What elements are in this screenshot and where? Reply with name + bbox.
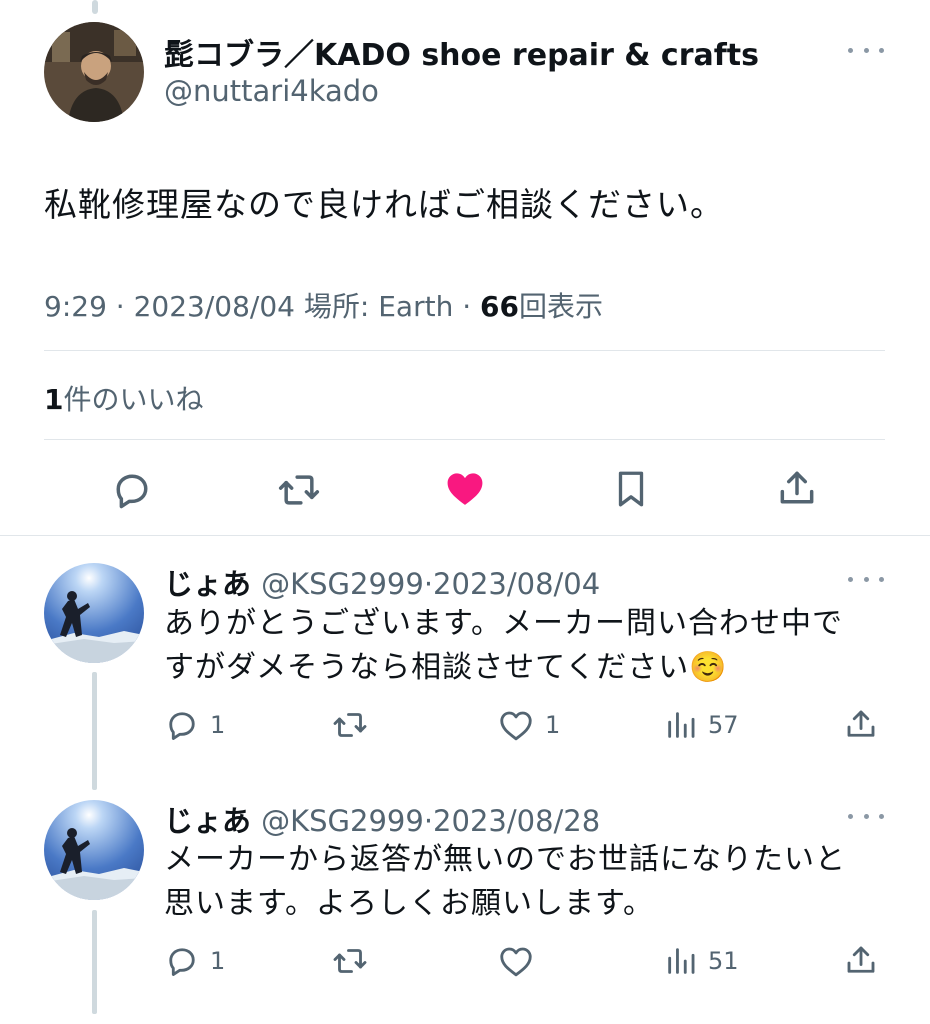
meta-separator: · (423, 804, 434, 838)
meta-separator: · (423, 567, 434, 601)
views-count: 57 (708, 711, 739, 739)
reply-retweet-button[interactable] (330, 707, 370, 743)
reply-header: じょあ @KSG2999·2023/08/04 (164, 561, 600, 603)
reply-views-button[interactable]: 57 (664, 707, 739, 743)
reply-views-button[interactable]: 51 (664, 943, 739, 979)
author-display-name[interactable]: 髭コブラ／KADO shoe repair & crafts (164, 30, 759, 74)
thread-connector-top (92, 0, 98, 14)
views-chart-icon (668, 712, 695, 738)
retweet-icon (333, 713, 367, 737)
like-icon (500, 947, 532, 977)
likes-label: 件のいいね (63, 383, 204, 416)
author-avatar[interactable] (44, 22, 144, 122)
tweet-text: 私靴修理屋なので良ければご相談ください。 (44, 185, 724, 224)
likes-count: 1 (44, 383, 64, 416)
retweet-icon (333, 949, 367, 973)
reply-author-handle[interactable]: @KSG2999 (261, 804, 424, 838)
tweet-time[interactable]: 9:29 (44, 290, 107, 323)
section-separator (0, 535, 930, 536)
bookmark-icon[interactable] (610, 466, 652, 516)
reply-reply-button[interactable]: 1 (164, 707, 225, 743)
likes-summary[interactable]: 1件のいいね (44, 378, 204, 418)
reply-count: 1 (210, 711, 226, 739)
reply-like-button[interactable] (497, 943, 545, 979)
tweet-meta: 9:29 · 2023/08/04 場所: Earth · 66回表示 (44, 285, 603, 325)
reply-share-button[interactable] (843, 941, 879, 979)
meta-separator: · (462, 290, 472, 323)
like-icon-filled[interactable] (442, 466, 488, 514)
tweet-date[interactable]: 2023/08/04 (134, 290, 295, 323)
author-handle[interactable]: @nuttari4kado (164, 74, 379, 108)
reply-retweet-button[interactable] (330, 943, 370, 979)
reply-count: 1 (210, 947, 226, 975)
reply-reply-button[interactable]: 1 (164, 943, 225, 979)
meta-separator: · (115, 290, 125, 323)
reply-icon (169, 712, 195, 740)
reply-icon (169, 948, 195, 976)
reply-share-button[interactable] (843, 705, 879, 743)
reply-date[interactable]: 2023/08/04 (433, 567, 600, 601)
views-count: 51 (708, 947, 739, 975)
reply-text: メーカーから返答が無いのでお世話になりたいと思います。よろしくお願いします。 (164, 842, 846, 921)
reply-avatar[interactable] (44, 563, 144, 663)
more-options-icon[interactable] (848, 42, 884, 58)
reply-author-handle[interactable]: @KSG2999 (261, 567, 424, 601)
like-icon (500, 711, 532, 741)
share-icon[interactable] (775, 466, 819, 514)
reply-icon[interactable] (110, 468, 154, 516)
divider (44, 350, 885, 351)
reply-more-options-icon[interactable] (848, 808, 884, 824)
reply-avatar[interactable] (44, 800, 144, 900)
reply-text: ありがとうございます。メーカー問い合わせ中ですがダメそうなら相談させてください☺… (164, 606, 843, 685)
share-icon (847, 946, 875, 973)
reply-more-options-icon[interactable] (848, 571, 884, 587)
views-chart-icon (668, 948, 695, 974)
thread-line (92, 672, 97, 790)
tweet-location[interactable]: 場所: Earth (304, 290, 453, 323)
reply-date[interactable]: 2023/08/28 (433, 804, 600, 838)
reply-like-button[interactable]: 1 (497, 707, 560, 743)
divider (44, 439, 885, 440)
like-count: 1 (545, 711, 561, 739)
thread-line (92, 910, 97, 1014)
reply-author-name[interactable]: じょあ (164, 804, 251, 838)
views-label: 回表示 (519, 290, 604, 323)
retweet-icon[interactable] (275, 468, 323, 516)
reply-author-name[interactable]: じょあ (164, 567, 251, 601)
share-icon (847, 710, 875, 737)
reply-header: じょあ @KSG2999·2023/08/28 (164, 798, 600, 840)
views-count: 66 (480, 290, 520, 323)
